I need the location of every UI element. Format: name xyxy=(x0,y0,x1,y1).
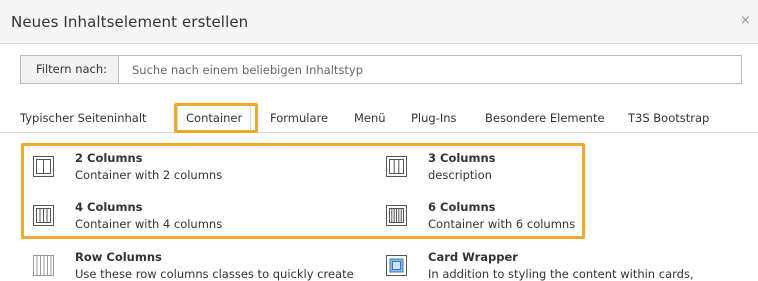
four-columns-icon xyxy=(33,205,54,226)
filter-label: Filtern nach: xyxy=(21,56,119,83)
item-description: description xyxy=(428,168,492,182)
filter-box: Filtern nach: xyxy=(20,55,742,84)
card-wrapper-icon xyxy=(386,255,407,276)
content-element-card-wrapper[interactable]: Card Wrapper In addition to styling the … xyxy=(386,250,726,281)
item-title: 2 Columns xyxy=(75,151,143,165)
tab-typischer-seiteninhalt[interactable]: Typischer Seiteninhalt xyxy=(20,103,147,133)
item-description: Container with 2 columns xyxy=(75,168,223,182)
item-title: 6 Columns xyxy=(428,200,496,214)
item-description: Use these row columns classes to quickly… xyxy=(75,267,354,281)
tab-menu[interactable]: Menü xyxy=(354,103,386,133)
modal-header: Neues Inhaltselement erstellen × xyxy=(0,0,758,44)
tab-t3s-bootstrap[interactable]: T3S Bootstrap xyxy=(628,103,709,133)
search-input[interactable] xyxy=(120,56,741,83)
tab-bar: Typischer Seiteninhalt Container Formula… xyxy=(0,103,758,134)
row-columns-icon xyxy=(33,255,54,276)
close-icon[interactable]: × xyxy=(740,14,751,27)
item-description: Container with 6 columns xyxy=(428,217,576,231)
item-title: 3 Columns xyxy=(428,151,496,165)
two-columns-icon xyxy=(33,156,54,177)
tab-container[interactable]: Container xyxy=(177,103,252,134)
item-description: In addition to styling the content withi… xyxy=(428,267,694,281)
tab-besondere-elemente[interactable]: Besondere Elemente xyxy=(485,103,605,133)
content-element-6-columns[interactable]: 6 Columns Container with 6 columns xyxy=(386,200,726,240)
item-title: 4 Columns xyxy=(75,200,143,214)
modal-title: Neues Inhaltselement erstellen xyxy=(11,13,249,31)
content-element-row-columns[interactable]: Row Columns Use these row columns classe… xyxy=(33,250,373,281)
content-element-2-columns[interactable]: 2 Columns Container with 2 columns xyxy=(33,151,373,191)
six-columns-icon xyxy=(386,205,407,226)
item-title: Row Columns xyxy=(75,250,162,264)
item-title: Card Wrapper xyxy=(428,250,518,264)
tab-plug-ins[interactable]: Plug-Ins xyxy=(411,103,457,133)
content-element-4-columns[interactable]: 4 Columns Container with 4 columns xyxy=(33,200,373,240)
content-element-3-columns[interactable]: 3 Columns description xyxy=(386,151,726,191)
three-columns-icon xyxy=(386,156,407,177)
tab-formulare[interactable]: Formulare xyxy=(270,103,328,133)
item-description: Container with 4 columns xyxy=(75,217,223,231)
